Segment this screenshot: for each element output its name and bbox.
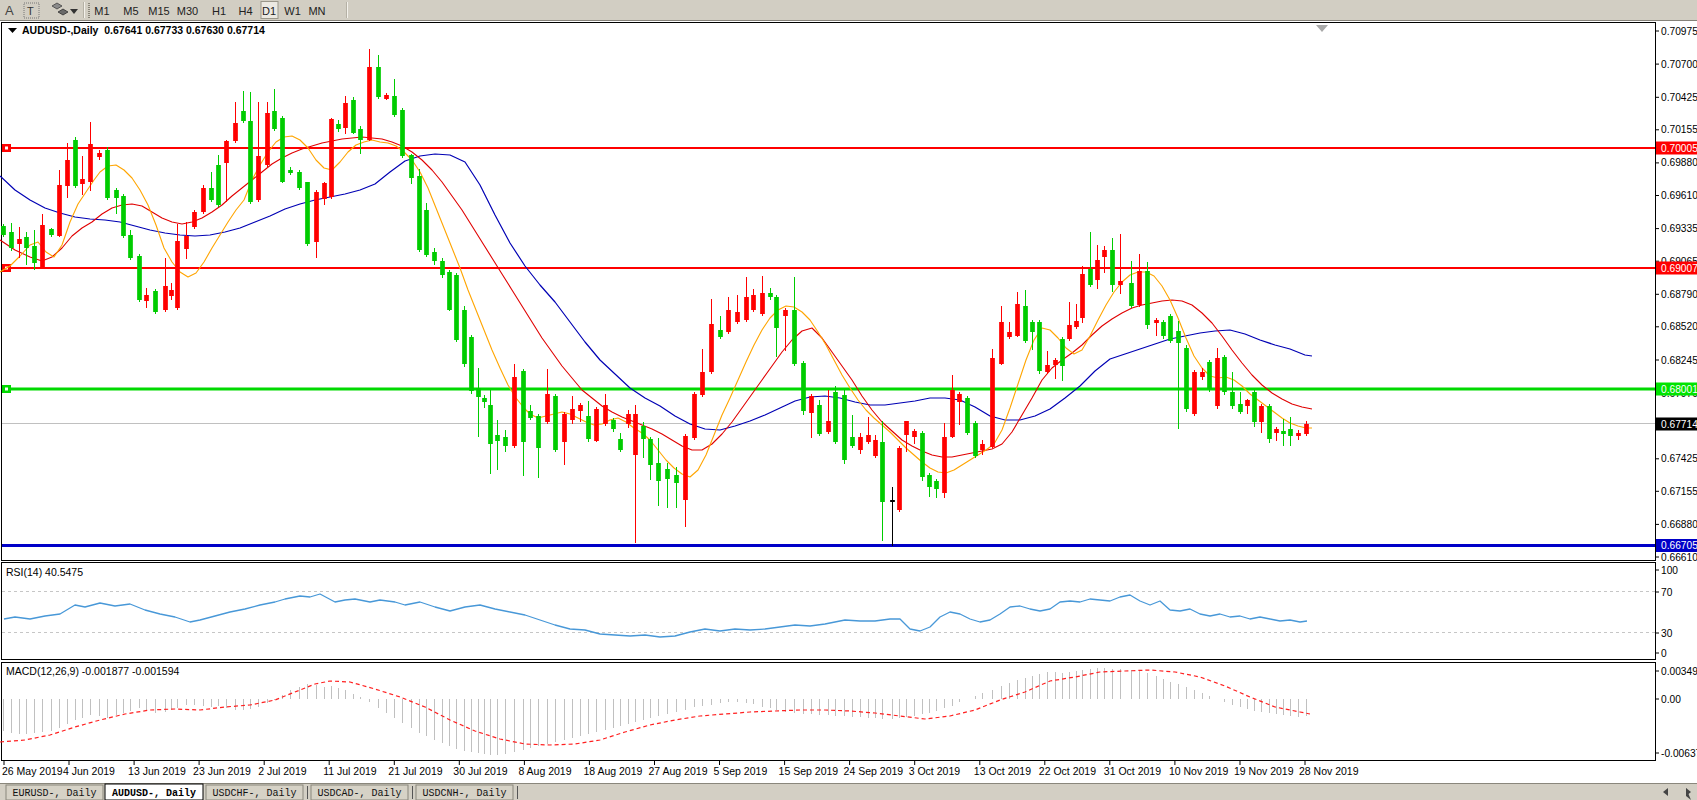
- svg-text:23 Jun 2019: 23 Jun 2019: [193, 765, 251, 777]
- svg-text:18 Aug 2019: 18 Aug 2019: [583, 765, 642, 777]
- svg-text:D1: D1: [262, 5, 276, 17]
- svg-text:RSI(14) 40.5475: RSI(14) 40.5475: [6, 566, 83, 578]
- svg-text:0.66705: 0.66705: [1661, 540, 1697, 551]
- svg-text:26 May 2019: 26 May 2019: [2, 765, 63, 777]
- svg-text:8 Aug 2019: 8 Aug 2019: [518, 765, 571, 777]
- svg-text:0.70975: 0.70975: [1661, 26, 1697, 37]
- svg-text:0.69610: 0.69610: [1661, 190, 1697, 201]
- svg-text:MN: MN: [308, 5, 325, 17]
- svg-text:24 Sep 2019: 24 Sep 2019: [844, 765, 904, 777]
- svg-text:0.68520: 0.68520: [1661, 321, 1697, 332]
- svg-text:19 Nov 2019: 19 Nov 2019: [1234, 765, 1294, 777]
- svg-text:0.67155: 0.67155: [1661, 486, 1697, 497]
- svg-text:0.69880: 0.69880: [1661, 157, 1697, 168]
- svg-text:0.69007: 0.69007: [1661, 263, 1697, 274]
- svg-text:M15: M15: [148, 5, 169, 17]
- svg-text:0.68790: 0.68790: [1661, 289, 1697, 300]
- svg-text:M1: M1: [94, 5, 109, 17]
- svg-text:0.68001: 0.68001: [1661, 384, 1697, 395]
- svg-text:27 Aug 2019: 27 Aug 2019: [649, 765, 708, 777]
- svg-text:30: 30: [1661, 628, 1673, 639]
- svg-text:28 Nov 2019: 28 Nov 2019: [1299, 765, 1359, 777]
- svg-text:30 Jul 2019: 30 Jul 2019: [453, 765, 507, 777]
- svg-text:0.66610: 0.66610: [1661, 552, 1697, 563]
- svg-text:0.70700: 0.70700: [1661, 59, 1697, 70]
- svg-text:MACD(12,26,9) -0.001877 -0.001: MACD(12,26,9) -0.001877 -0.001594: [6, 665, 180, 677]
- svg-text:13 Oct 2019: 13 Oct 2019: [974, 765, 1031, 777]
- svg-text:USDCAD-, Daily: USDCAD-, Daily: [317, 788, 401, 799]
- svg-text:3 Oct 2019: 3 Oct 2019: [909, 765, 961, 777]
- svg-text:A: A: [5, 3, 14, 18]
- svg-text:0: 0: [1661, 648, 1667, 659]
- svg-text:-0.00637: -0.00637: [1661, 748, 1697, 759]
- svg-text:0.67714: 0.67714: [1661, 419, 1697, 430]
- svg-text:W1: W1: [284, 5, 301, 17]
- svg-text:0.68245: 0.68245: [1661, 355, 1697, 366]
- svg-text:AUDUSD-, Daily: AUDUSD-, Daily: [112, 788, 196, 799]
- svg-text:M30: M30: [177, 5, 198, 17]
- svg-text:15 Sep 2019: 15 Sep 2019: [779, 765, 839, 777]
- svg-text:EURUSD-, Daily: EURUSD-, Daily: [12, 788, 96, 799]
- svg-text:0.69335: 0.69335: [1661, 223, 1697, 234]
- svg-text:11 Jul 2019: 11 Jul 2019: [323, 765, 377, 777]
- svg-text:USDCNH-, Daily: USDCNH-, Daily: [422, 788, 506, 799]
- svg-text:0.70155: 0.70155: [1661, 124, 1697, 135]
- svg-text:H4: H4: [238, 5, 252, 17]
- svg-text:0.67425: 0.67425: [1661, 453, 1697, 464]
- svg-text:M5: M5: [123, 5, 138, 17]
- svg-text:0.70425: 0.70425: [1661, 92, 1697, 103]
- svg-text:0.00: 0.00: [1661, 694, 1681, 705]
- svg-text:USDCHF-, Daily: USDCHF-, Daily: [212, 788, 296, 799]
- svg-text:13 Jun 2019: 13 Jun 2019: [128, 765, 186, 777]
- svg-text:2 Jul 2019: 2 Jul 2019: [258, 765, 307, 777]
- svg-text:10 Nov 2019: 10 Nov 2019: [1169, 765, 1229, 777]
- svg-text:4 Jun 2019: 4 Jun 2019: [63, 765, 115, 777]
- svg-text:5 Sep 2019: 5 Sep 2019: [714, 765, 768, 777]
- svg-text:100: 100: [1661, 565, 1678, 576]
- svg-text:31 Oct 2019: 31 Oct 2019: [1104, 765, 1161, 777]
- svg-text:H1: H1: [212, 5, 226, 17]
- svg-text:0.70005: 0.70005: [1661, 143, 1697, 154]
- svg-text:0.00349: 0.00349: [1661, 666, 1697, 677]
- svg-text:21 Jul 2019: 21 Jul 2019: [388, 765, 442, 777]
- svg-text:0.66880: 0.66880: [1661, 519, 1697, 530]
- svg-text:70: 70: [1661, 587, 1673, 598]
- svg-text:22 Oct 2019: 22 Oct 2019: [1039, 765, 1096, 777]
- svg-text:T: T: [27, 5, 34, 17]
- svg-text:AUDUSD-,Daily 0.67641 0.67733: AUDUSD-,Daily 0.67641 0.67733 0.67630 0.…: [22, 24, 265, 36]
